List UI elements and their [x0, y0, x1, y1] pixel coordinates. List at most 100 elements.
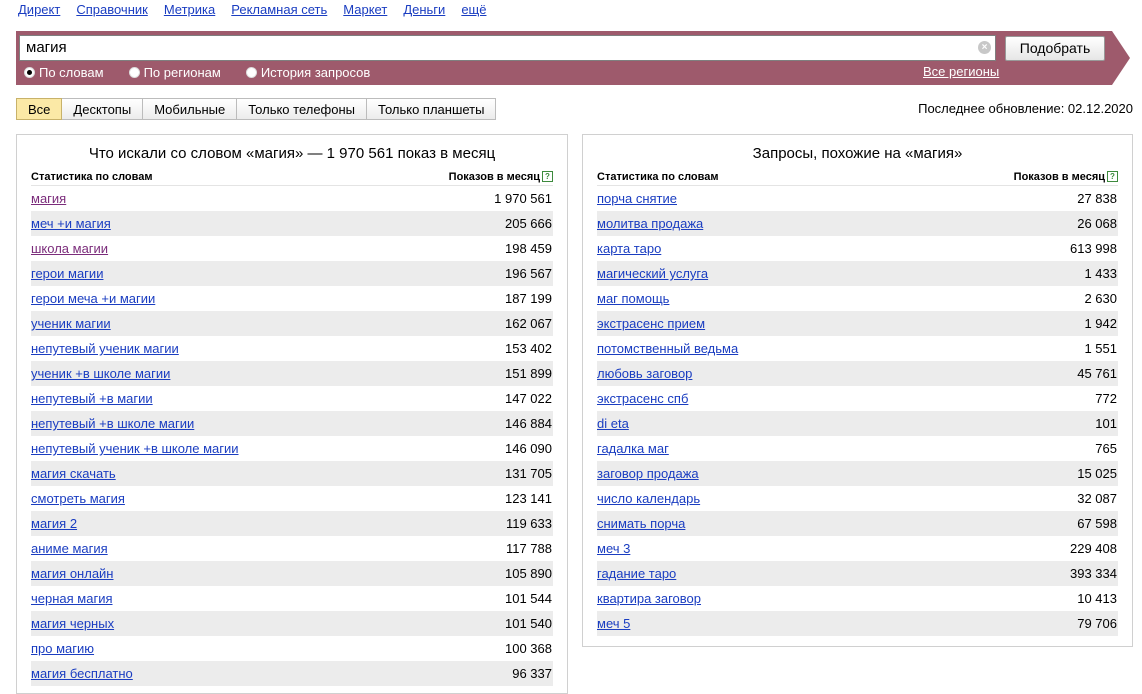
keyword-link[interactable]: непутевый +в магии: [31, 391, 153, 406]
radio-button[interactable]: [24, 67, 35, 78]
keyword-link[interactable]: смотреть магия: [31, 491, 125, 506]
impressions-count: 32 087: [1077, 491, 1117, 506]
tab[interactable]: Все: [16, 98, 63, 120]
impressions-count: 153 402: [505, 341, 552, 356]
keyword-link[interactable]: магия скачать: [31, 466, 116, 481]
impressions-count: 10 413: [1077, 591, 1117, 606]
all-regions-link[interactable]: Все регионы: [923, 64, 999, 79]
impressions-count: 105 890: [505, 566, 552, 581]
impressions-count: 101 544: [505, 591, 552, 606]
keyword-link[interactable]: непутевый ученик магии: [31, 341, 179, 356]
similar-queries-panel: Запросы, похожие на «магия» Статистика п…: [582, 134, 1133, 647]
topnav-link[interactable]: Рекламная сеть: [231, 2, 327, 17]
keyword-link[interactable]: непутевый +в школе магии: [31, 416, 194, 431]
impressions-count: 119 633: [505, 516, 552, 531]
topnav-link[interactable]: Справочник: [76, 2, 148, 17]
table-row: маг помощь 2 630: [597, 286, 1118, 311]
table-row: квартира заговор 10 413: [597, 586, 1118, 611]
keyword-link[interactable]: ученик +в школе магии: [31, 366, 170, 381]
impressions-count: 15 025: [1077, 466, 1117, 481]
keyword-link[interactable]: число календарь: [597, 491, 700, 506]
clear-icon[interactable]: ×: [978, 41, 991, 54]
keyword-link[interactable]: карта таро: [597, 241, 661, 256]
impressions-count: 151 899: [505, 366, 552, 381]
keyword-link[interactable]: гадание таро: [597, 566, 676, 581]
table-row: экстрасенс спб 772: [597, 386, 1118, 411]
impressions-count: 96 337: [512, 666, 552, 681]
table-header: Статистика по словам Показов в месяц?: [31, 171, 553, 186]
table-row: непутевый +в магии 147 022: [31, 386, 553, 411]
keyword-link[interactable]: молитва продажа: [597, 216, 703, 231]
keyword-link[interactable]: меч +и магия: [31, 216, 111, 231]
keyword-link[interactable]: аниме магия: [31, 541, 108, 556]
table-row: гадалка маг 765: [597, 436, 1118, 461]
table-row: магия бесплатно 96 337: [31, 661, 553, 686]
keyword-link[interactable]: магия 2: [31, 516, 77, 531]
pick-button[interactable]: Подобрать: [1005, 36, 1105, 61]
keyword-link[interactable]: экстрасенс прием: [597, 316, 705, 331]
keyword-link[interactable]: маг помощь: [597, 291, 669, 306]
impressions-count: 101 540: [505, 616, 552, 631]
search-input[interactable]: магия: [19, 35, 996, 61]
keyword-link[interactable]: потомственный ведьма: [597, 341, 738, 356]
table-row: непутевый ученик магии 153 402: [31, 336, 553, 361]
keyword-link[interactable]: герои магии: [31, 266, 103, 281]
search-mode-radio[interactable]: По регионам: [128, 65, 221, 80]
table-row: число календарь 32 087: [597, 486, 1118, 511]
search-mode-radio[interactable]: История запросов: [245, 65, 371, 80]
impressions-count: 123 141: [505, 491, 552, 506]
keyword-link[interactable]: снимать порча: [597, 516, 685, 531]
keyword-link[interactable]: ученик магии: [31, 316, 111, 331]
keyword-link[interactable]: меч 5: [597, 616, 630, 631]
topnav-link[interactable]: ещё: [461, 2, 486, 17]
table-row: герои магии 196 567: [31, 261, 553, 286]
keyword-link[interactable]: магия: [31, 191, 66, 206]
keyword-link[interactable]: di eta: [597, 416, 629, 431]
impressions-count: 131 705: [505, 466, 552, 481]
topnav-link[interactable]: Директ: [18, 2, 60, 17]
column-header-count-label: Показов в месяц: [1013, 171, 1105, 183]
impressions-count: 613 998: [1070, 241, 1117, 256]
keyword-link[interactable]: магический услуга: [597, 266, 708, 281]
table-header: Статистика по словам Показов в месяц?: [597, 171, 1118, 186]
keyword-link[interactable]: гадалка маг: [597, 441, 669, 456]
impressions-count: 45 761: [1077, 366, 1117, 381]
keyword-link[interactable]: герои меча +и магии: [31, 291, 155, 306]
impressions-count: 393 334: [1070, 566, 1117, 581]
tab[interactable]: Только планшеты: [367, 98, 497, 120]
keyword-link[interactable]: магия бесплатно: [31, 666, 133, 681]
keyword-link[interactable]: экстрасенс спб: [597, 391, 688, 406]
keyword-link[interactable]: магия черных: [31, 616, 114, 631]
keyword-link[interactable]: любовь заговор: [597, 366, 692, 381]
keyword-link[interactable]: порча снятие: [597, 191, 677, 206]
topnav-link[interactable]: Маркет: [343, 2, 387, 17]
table-row: карта таро 613 998: [597, 236, 1118, 261]
search-mode-radio[interactable]: По словам: [24, 65, 104, 80]
keyword-link[interactable]: магия онлайн: [31, 566, 114, 581]
keyword-link[interactable]: непутевый ученик +в школе магии: [31, 441, 239, 456]
impressions-count: 100 368: [505, 641, 552, 656]
impressions-count: 117 788: [505, 541, 552, 556]
topnav-link[interactable]: Метрика: [164, 2, 215, 17]
help-icon[interactable]: ?: [542, 171, 553, 182]
table-row: про магию 100 368: [31, 636, 553, 661]
keyword-link[interactable]: квартира заговор: [597, 591, 701, 606]
keyword-link[interactable]: заговор продажа: [597, 466, 699, 481]
radio-label: История запросов: [260, 65, 371, 80]
keyword-link[interactable]: меч 3: [597, 541, 630, 556]
keyword-link[interactable]: школа магии: [31, 241, 108, 256]
impressions-count: 1 433: [1084, 266, 1117, 281]
keyword-link[interactable]: черная магия: [31, 591, 113, 606]
tab[interactable]: Десктопы: [62, 98, 144, 120]
topnav-link[interactable]: Деньги: [403, 2, 445, 17]
radio-button[interactable]: [245, 67, 257, 78]
impressions-count: 67 598: [1077, 516, 1117, 531]
table-row: магия черных 101 540: [31, 611, 553, 636]
tab[interactable]: Только телефоны: [237, 98, 368, 120]
tab[interactable]: Мобильные: [143, 98, 238, 120]
table-row: меч 3 229 408: [597, 536, 1118, 561]
panel-title: Запросы, похожие на «магия»: [752, 145, 963, 162]
help-icon[interactable]: ?: [1107, 171, 1118, 182]
keyword-link[interactable]: про магию: [31, 641, 94, 656]
radio-button[interactable]: [128, 67, 140, 78]
